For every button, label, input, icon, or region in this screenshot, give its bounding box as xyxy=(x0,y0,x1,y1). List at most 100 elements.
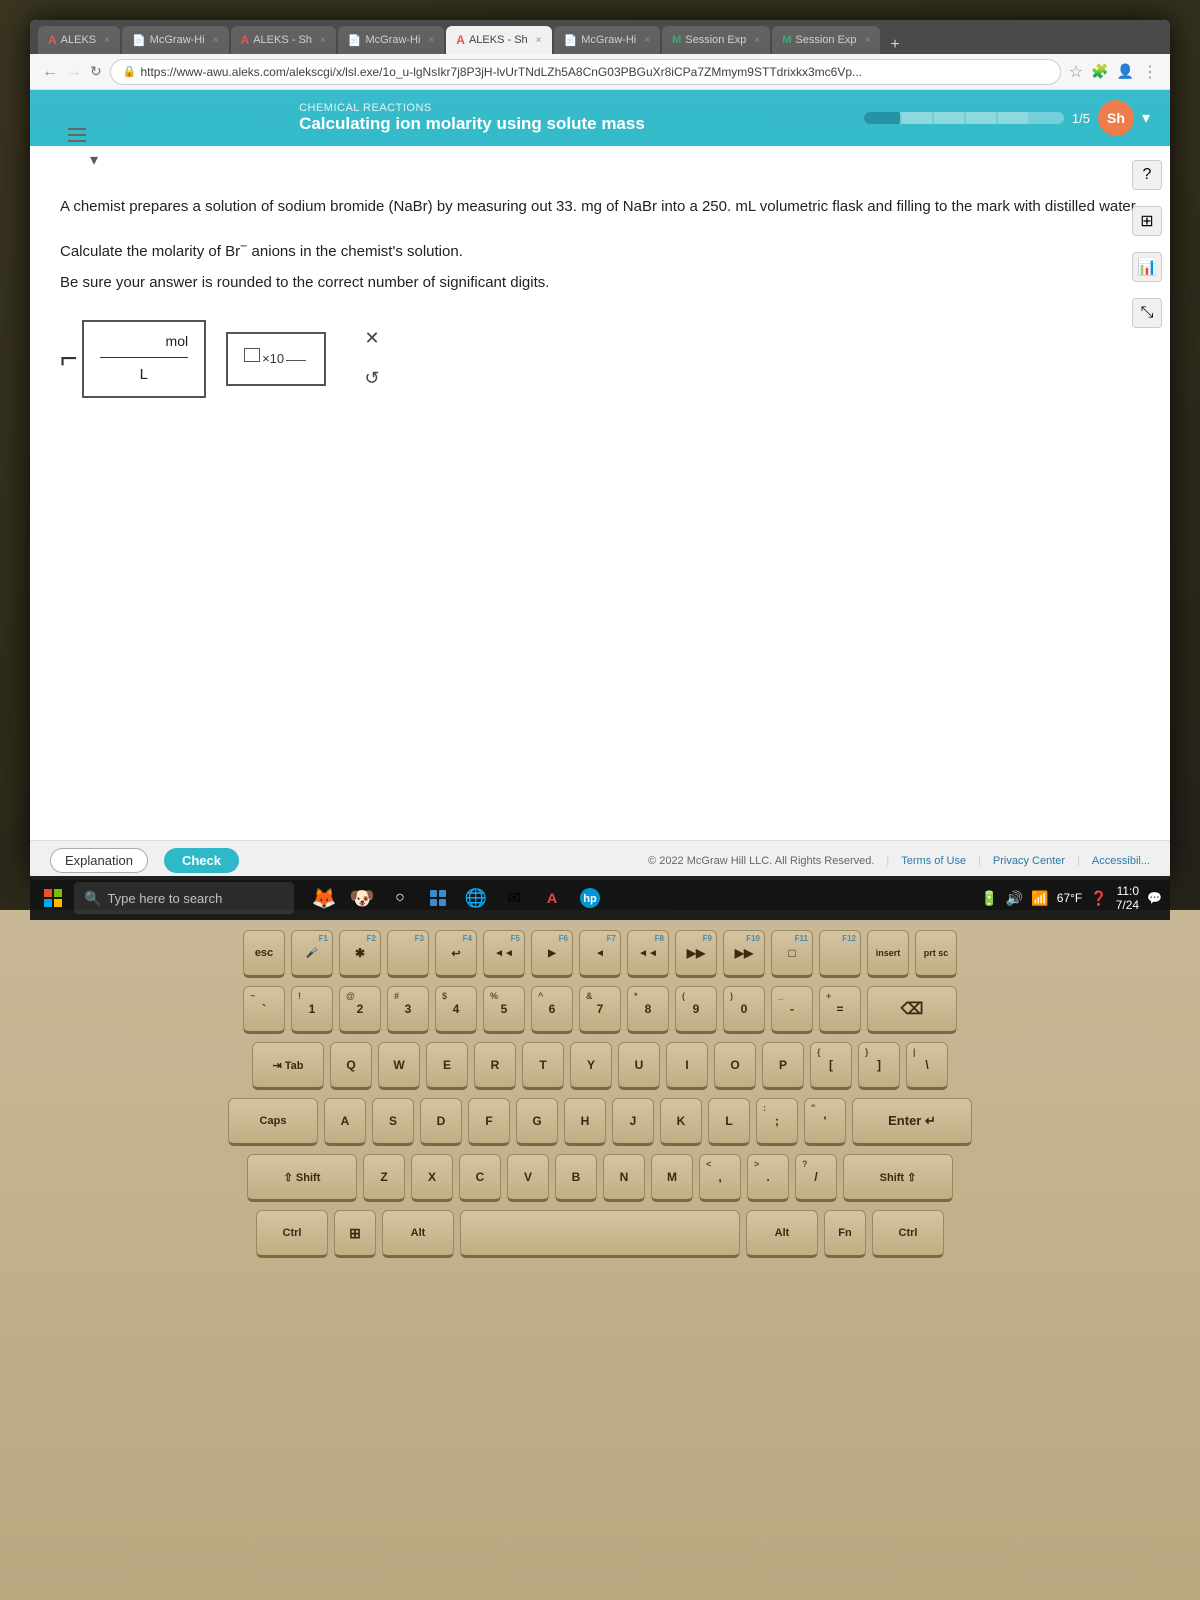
key-f[interactable]: F xyxy=(468,1098,510,1146)
key-8[interactable]: *8 xyxy=(627,986,669,1034)
key-b[interactable]: B xyxy=(555,1154,597,1202)
key-shift-left[interactable]: ⇧ Shift xyxy=(247,1154,357,1202)
key-alt-right[interactable]: Alt xyxy=(746,1210,818,1258)
key-c[interactable]: C xyxy=(459,1154,501,1202)
forward-button[interactable]: → xyxy=(66,63,82,81)
key-n[interactable]: N xyxy=(603,1154,645,1202)
key-v[interactable]: V xyxy=(507,1154,549,1202)
key-fn[interactable]: Fn xyxy=(824,1210,866,1258)
tab-mcgraw-3[interactable]: 📄 McGraw-Hi × xyxy=(554,26,661,54)
question-icon[interactable]: ? xyxy=(1132,160,1162,190)
answer-numerator-input[interactable] xyxy=(100,333,160,350)
key-m[interactable]: M xyxy=(651,1154,693,1202)
key-shift-right[interactable]: Shift ⇧ xyxy=(843,1154,953,1202)
key-x[interactable]: X xyxy=(411,1154,453,1202)
tab-session-2[interactable]: M Session Exp × xyxy=(772,26,880,54)
key-9[interactable]: (9 xyxy=(675,986,717,1034)
key-e[interactable]: E xyxy=(426,1042,468,1090)
key-s[interactable]: S xyxy=(372,1098,414,1146)
extensions-icon[interactable]: 🧩 xyxy=(1091,63,1108,80)
key-rbracket[interactable]: }] xyxy=(858,1042,900,1090)
key-g[interactable]: G xyxy=(516,1098,558,1146)
key-quote[interactable]: "' xyxy=(804,1098,846,1146)
key-backtick[interactable]: ~` xyxy=(243,986,285,1034)
key-a[interactable]: A xyxy=(324,1098,366,1146)
key-f7[interactable]: F7◄ xyxy=(579,930,621,978)
address-input[interactable]: 🔒 https://www-awu.aleks.com/alekscgi/x/l… xyxy=(110,59,1061,85)
notification-icon[interactable]: 💬 xyxy=(1147,891,1162,905)
key-f6[interactable]: F6▶ xyxy=(531,930,573,978)
taskbar-mail-icon[interactable]: ✉ xyxy=(498,882,530,914)
key-0[interactable]: )0 xyxy=(723,986,765,1034)
key-f10[interactable]: F10▶▶ xyxy=(723,930,765,978)
key-equals[interactable]: += xyxy=(819,986,861,1034)
key-prtsc[interactable]: prt sc xyxy=(915,930,957,978)
key-alt-left[interactable]: Alt xyxy=(382,1210,454,1258)
dropdown-icon[interactable]: ▾ xyxy=(1142,108,1150,128)
key-o[interactable]: O xyxy=(714,1042,756,1090)
key-h[interactable]: H xyxy=(564,1098,606,1146)
key-4[interactable]: $4 xyxy=(435,986,477,1034)
key-enter[interactable]: Enter ↵ xyxy=(852,1098,972,1146)
taskbar-cortana-icon[interactable]: ○ xyxy=(384,882,416,914)
menu-toggle[interactable] xyxy=(68,128,86,142)
menu-icon[interactable]: ⋮ xyxy=(1142,62,1158,82)
expand-icon[interactable]: ⤡ xyxy=(1132,298,1162,328)
key-y[interactable]: Y xyxy=(570,1042,612,1090)
key-space[interactable] xyxy=(460,1210,740,1258)
profile-icon[interactable]: 👤 xyxy=(1117,63,1134,80)
key-7[interactable]: &7 xyxy=(579,986,621,1034)
key-l[interactable]: L xyxy=(708,1098,750,1146)
key-6[interactable]: ^6 xyxy=(531,986,573,1034)
fraction-input-box[interactable]: mol L xyxy=(82,320,207,398)
key-z[interactable]: Z xyxy=(363,1154,405,1202)
taskbar-hp-icon[interactable]: hp xyxy=(574,882,606,914)
tab-aleks-active[interactable]: A ALEKS - Sh × xyxy=(446,26,551,54)
key-f2[interactable]: F2✱ xyxy=(339,930,381,978)
key-5[interactable]: %5 xyxy=(483,986,525,1034)
key-backspace[interactable]: ⌫ xyxy=(867,986,957,1034)
key-f1[interactable]: F1🎤 xyxy=(291,930,333,978)
key-d[interactable]: D xyxy=(420,1098,462,1146)
tab-aleks[interactable]: A ALEKS × xyxy=(38,26,120,54)
key-win[interactable]: ⊞ xyxy=(334,1210,376,1258)
key-w[interactable]: W xyxy=(378,1042,420,1090)
key-f5[interactable]: F5◄◄ xyxy=(483,930,525,978)
chart-icon[interactable]: 📊 xyxy=(1132,252,1162,282)
key-2[interactable]: @2 xyxy=(339,986,381,1034)
key-comma[interactable]: <, xyxy=(699,1154,741,1202)
speaker-icon[interactable]: 🔊 xyxy=(1006,890,1023,907)
key-ctrl-right[interactable]: Ctrl xyxy=(872,1210,944,1258)
key-tab[interactable]: ⇥ Tab xyxy=(252,1042,324,1090)
undo-button[interactable]: ↺ xyxy=(354,361,390,397)
key-caps[interactable]: Caps xyxy=(228,1098,318,1146)
back-button[interactable]: ← xyxy=(42,63,58,81)
key-k[interactable]: K xyxy=(660,1098,702,1146)
tab-mcgraw-2[interactable]: 📄 McGraw-Hi × xyxy=(338,26,445,54)
start-button[interactable] xyxy=(38,883,68,913)
taskbar-dog-icon[interactable]: 🐶 xyxy=(346,882,378,914)
key-minus[interactable]: _- xyxy=(771,986,813,1034)
tab-aleks-sho-1[interactable]: A ALEKS - Sh × xyxy=(231,26,336,54)
collapse-button[interactable]: ▾ xyxy=(90,150,98,170)
new-tab-button[interactable]: + xyxy=(882,36,907,54)
key-t[interactable]: T xyxy=(522,1042,564,1090)
tab-session-1[interactable]: M Session Exp × xyxy=(662,26,770,54)
taskbar-clock[interactable]: 11:0 7/24 xyxy=(1116,884,1139,912)
key-backslash[interactable]: |\ xyxy=(906,1042,948,1090)
clear-button[interactable]: ✕ xyxy=(354,321,390,357)
key-ctrl-left[interactable]: Ctrl xyxy=(256,1210,328,1258)
key-1[interactable]: !1 xyxy=(291,986,333,1034)
key-f12[interactable]: F12 xyxy=(819,930,861,978)
key-q[interactable]: Q xyxy=(330,1042,372,1090)
key-f11[interactable]: F11□ xyxy=(771,930,813,978)
sci-notation-box[interactable]: ×10 xyxy=(226,332,326,386)
key-p[interactable]: P xyxy=(762,1042,804,1090)
key-lbracket[interactable]: {[ xyxy=(810,1042,852,1090)
key-f4[interactable]: F4↩ xyxy=(435,930,477,978)
bookmark-icon[interactable]: ☆ xyxy=(1069,62,1083,82)
grid-icon[interactable]: ⊞ xyxy=(1132,206,1162,236)
key-slash[interactable]: ?/ xyxy=(795,1154,837,1202)
key-insert[interactable]: insert xyxy=(867,930,909,978)
key-f8[interactable]: F8◄◄ xyxy=(627,930,669,978)
